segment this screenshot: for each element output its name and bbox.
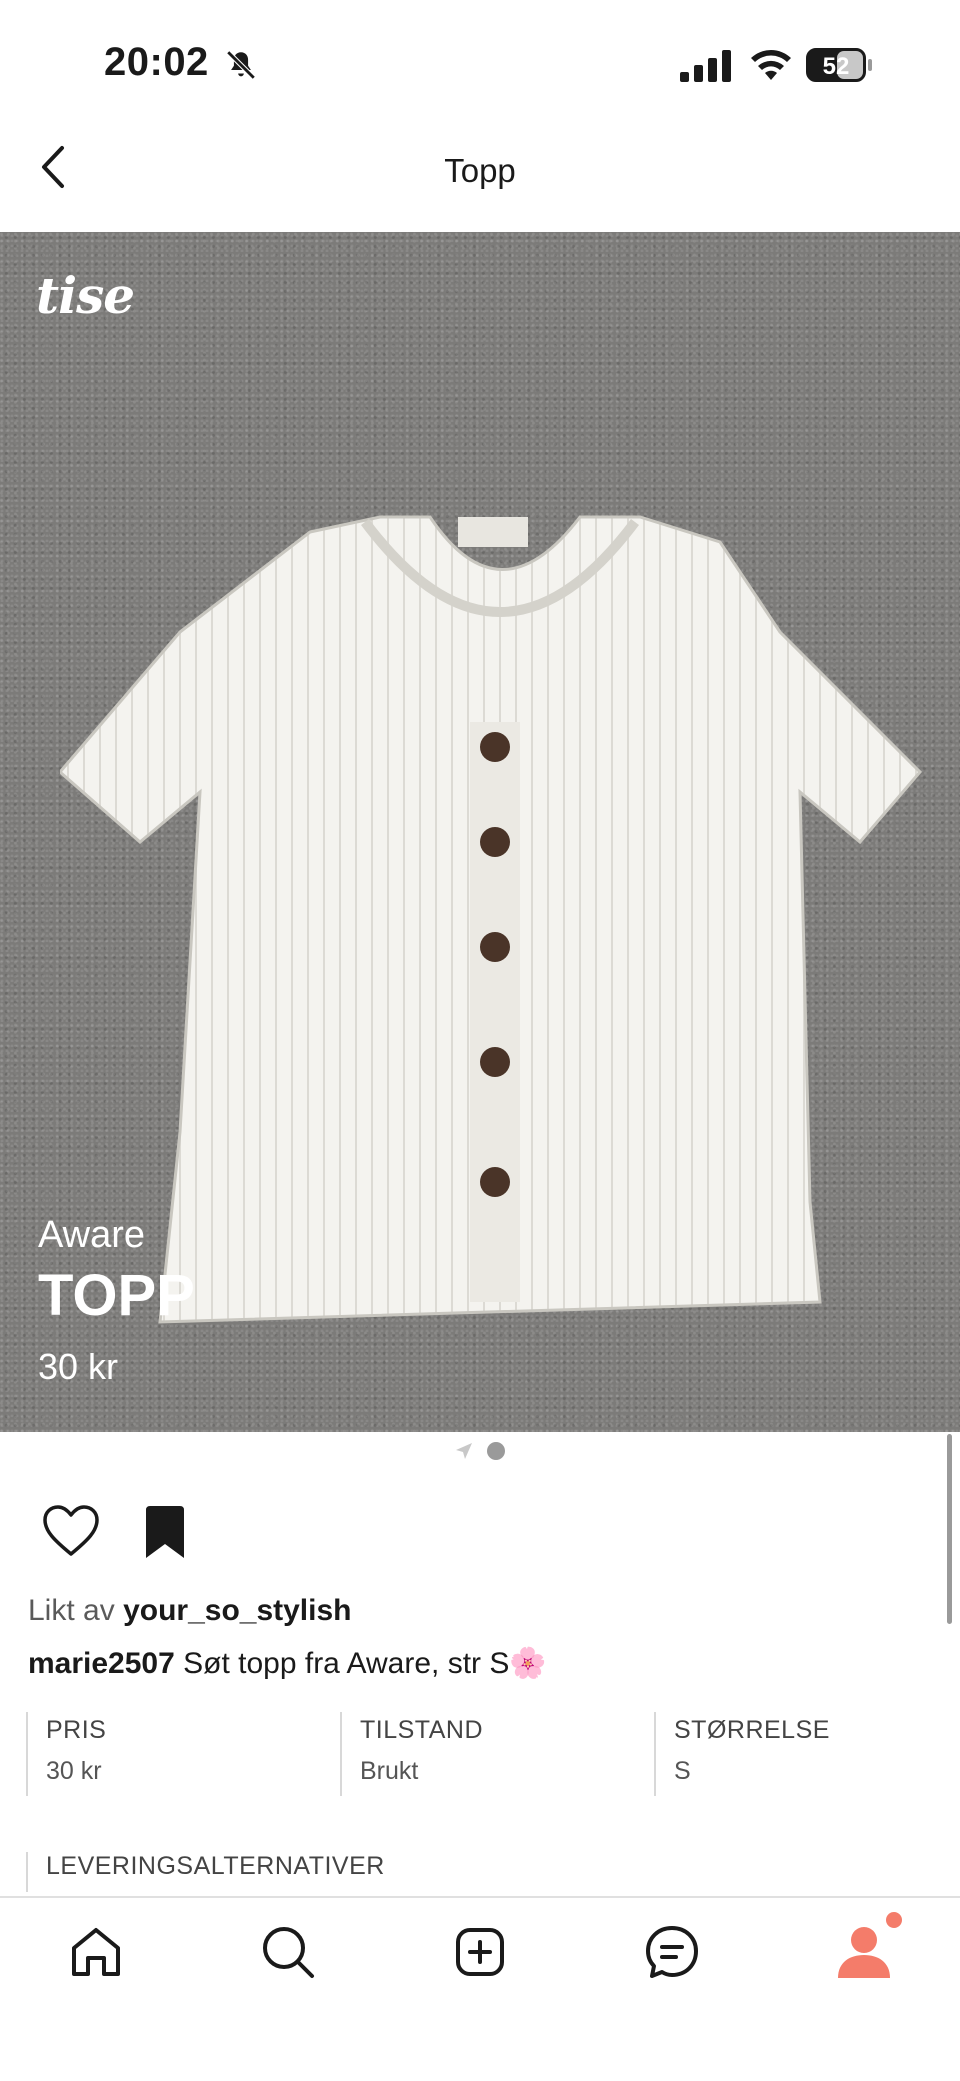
tab-profile[interactable] [832, 1920, 896, 1984]
bell-off-icon [226, 50, 256, 80]
action-row [0, 1500, 960, 1570]
search-icon [263, 1927, 314, 1978]
bookmark-icon[interactable] [142, 1504, 188, 1560]
location-arrow-icon [456, 1443, 472, 1459]
add-icon [456, 1928, 504, 1976]
liked-user-link[interactable]: your_so_stylish [123, 1594, 351, 1627]
detail-label: STØRRELSE [674, 1716, 830, 1744]
signal-icon [680, 50, 731, 82]
battery-level: 52 [823, 53, 850, 80]
detail-value: Brukt [360, 1757, 419, 1785]
page-title: Topp [444, 152, 516, 189]
detail-size: STØRRELSE S [654, 1712, 944, 1796]
detail-label: PRIS [46, 1716, 107, 1744]
pager-dot[interactable] [487, 1442, 505, 1460]
caption: marie2507 Søt topp fra Aware, str S🌸 [28, 1646, 547, 1681]
caption-user-link[interactable]: marie2507 [28, 1647, 175, 1680]
detail-label: TILSTAND [360, 1716, 483, 1744]
wifi-icon [751, 50, 791, 80]
status-time: 20:02 [104, 40, 209, 84]
tab-add[interactable] [448, 1920, 512, 1984]
detail-condition: TILSTAND Brukt [340, 1712, 654, 1796]
tab-home[interactable] [64, 1920, 128, 1984]
heart-icon[interactable] [42, 1504, 100, 1558]
battery-icon: 52 [806, 48, 874, 82]
tab-messages[interactable] [640, 1920, 704, 1984]
overlay-title: TOPP [38, 1263, 195, 1328]
image-pager [0, 1438, 960, 1464]
liked-prefix: Likt av [28, 1594, 115, 1627]
status-bar: 20:02 52 [0, 0, 960, 120]
home-icon [72, 1928, 120, 1976]
product-image[interactable]: tise Aware TOPP 30 kr [0, 232, 960, 1432]
details-grid: PRIS 30 kr TILSTAND Brukt STØRRELSE S [0, 1712, 960, 1796]
profile-icon [838, 1927, 890, 1978]
liked-by: Likt av your_so_stylish [28, 1594, 352, 1628]
messages-icon [646, 1926, 698, 1978]
nav-bar: Topp [0, 120, 960, 232]
tab-bar [0, 1896, 960, 2081]
overlay-price: 30 kr [38, 1346, 119, 1387]
detail-price: PRIS 30 kr [26, 1712, 340, 1796]
notification-dot [886, 1912, 902, 1928]
detail-value: 30 kr [46, 1757, 102, 1785]
detail-value: S [674, 1757, 691, 1785]
overlay-brand: Aware [38, 1214, 146, 1256]
caption-text: Søt topp fra Aware, str S🌸 [174, 1647, 547, 1680]
tab-search[interactable] [256, 1920, 320, 1984]
tise-logo: tise [36, 266, 135, 325]
scrollbar[interactable] [947, 1434, 952, 1624]
delivery-options-heading[interactable]: LEVERINGSALTERNATIVER [26, 1852, 385, 1892]
